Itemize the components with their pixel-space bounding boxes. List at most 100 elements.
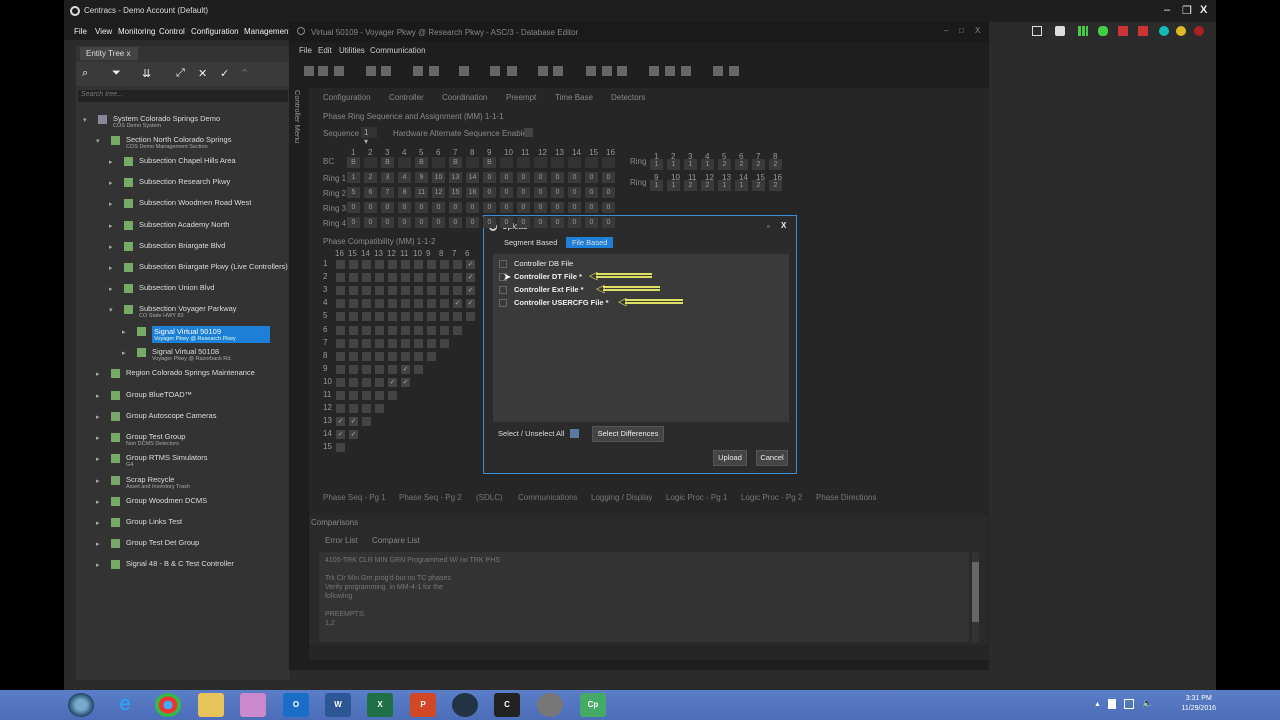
editor-menu-utilities[interactable]: Utilities [339,46,365,55]
ring-cell[interactable]: 0 [551,217,564,228]
compat-checkbox[interactable] [414,325,423,335]
ring-cell[interactable]: 0 [483,202,496,213]
tree-expand-arrow-icon[interactable]: ▾ [96,137,100,145]
compat-checkbox[interactable]: ✓ [336,430,345,440]
word-icon[interactable]: W [325,693,351,717]
ring-cell[interactable]: 0 [500,172,513,183]
settings-gear-icon[interactable] [537,693,563,717]
compat-checkbox[interactable] [336,312,345,322]
compat-checkbox[interactable] [427,351,436,361]
compat-checkbox[interactable] [388,286,397,296]
ring-cell[interactable]: 0 [500,187,513,198]
compat-checkbox[interactable]: ✓ [466,299,475,309]
ring-cell[interactable]: 0 [483,217,496,228]
ring-cell[interactable]: 14 [466,172,479,183]
centracs-taskbar-icon[interactable]: C [494,693,520,717]
entity-tree-tab[interactable]: Entity Tree x [80,47,138,60]
compat-checkbox[interactable] [388,338,397,348]
tree-item[interactable]: Group Test Group Non DCMS Detectors [126,432,185,447]
ring-cell[interactable]: 2 [364,172,377,183]
compat-checkbox[interactable] [362,286,371,296]
tree-item[interactable]: Subsection Research Pkwy [139,177,230,186]
tab-detectors[interactable]: Detectors [611,93,645,102]
tree-item[interactable]: Signal 48 - B & C Test Controller [126,559,234,568]
compat-checkbox[interactable] [349,299,358,309]
compat-checkbox[interactable] [375,377,384,387]
compat-checkbox[interactable] [440,286,449,296]
compat-checkbox[interactable] [349,391,358,400]
compat-checkbox[interactable] [336,260,345,269]
excel-icon[interactable]: X [367,693,393,717]
tree-item[interactable]: Group Test Det Group [126,538,199,547]
compat-checkbox[interactable] [414,273,423,283]
compat-checkbox[interactable] [440,338,449,348]
tab-controller[interactable]: Controller [389,93,424,102]
ring-assign-cell[interactable]: 1 [667,159,680,170]
tree-expand-arrow-icon[interactable]: ▸ [96,498,100,506]
chrome-icon[interactable] [155,693,181,717]
tree-expand-arrow-icon[interactable]: ▸ [96,477,100,485]
zoom-icon[interactable]: ⌕ [82,67,88,80]
ring-cell[interactable]: 0 [568,217,581,228]
status-red-icon[interactable] [1194,26,1204,36]
ring-cell[interactable]: 0 [364,217,377,228]
ring-cell[interactable]: 0 [398,202,411,213]
upload-button[interactable]: Upload [713,450,747,466]
tab-preempt[interactable]: Preempt [506,93,536,102]
compat-checkbox[interactable] [336,325,345,335]
check-down-icon[interactable]: ✓ [220,67,229,80]
tree-item[interactable]: Subsection Briargate Pkwy (Live Controll… [139,262,288,271]
compat-checkbox[interactable] [440,312,449,322]
ring-cell[interactable]: 0 [568,202,581,213]
ring-cell[interactable]: 0 [483,187,496,198]
ring-cell[interactable]: 15 [449,187,462,198]
compat-checkbox[interactable] [349,377,358,387]
bc-cell[interactable] [398,157,411,168]
filter-icon[interactable]: ⏷ [112,67,121,80]
editor-minimize-icon[interactable]: – [944,26,948,35]
ring-assign-cell[interactable]: 1 [701,159,714,170]
compat-checkbox[interactable] [362,391,371,400]
cancel-button[interactable]: Cancel [756,450,788,466]
ring-cell[interactable]: 0 [602,217,615,228]
bc-cell[interactable] [585,157,598,168]
bc-cell[interactable] [602,157,615,168]
bc-cell[interactable]: B [483,157,496,168]
compat-checkbox[interactable] [401,325,410,335]
editor-maximize-icon[interactable]: □ [959,26,964,35]
alert-icon[interactable] [1138,26,1148,36]
compat-checkbox[interactable] [401,351,410,361]
compat-checkbox[interactable] [427,273,436,283]
bc-cell[interactable] [568,157,581,168]
tree-item[interactable]: Subsection Union Blvd [139,283,214,292]
tree-expand-arrow-icon[interactable]: ▸ [109,264,113,272]
compare-list-tab[interactable]: Compare List [372,536,420,545]
compat-checkbox[interactable] [427,338,436,348]
tray-battery-icon[interactable] [1108,699,1116,709]
ring-cell[interactable]: 0 [466,217,479,228]
compat-checkbox[interactable] [362,338,371,348]
ring-cell[interactable]: 0 [517,202,530,213]
bottom-tab[interactable]: Logging / Display [591,493,652,502]
tab-coordination[interactable]: Coordination [442,93,487,102]
compat-checkbox[interactable] [336,299,345,309]
tree-expand-arrow-icon[interactable]: ▸ [109,158,113,166]
up-icon[interactable]: ⌃ [240,67,249,80]
compat-checkbox[interactable] [453,260,462,269]
bc-cell[interactable] [364,157,377,168]
compat-checkbox[interactable] [336,391,345,400]
ring-cell[interactable]: 4 [398,172,411,183]
database-icon[interactable] [1098,26,1108,36]
ring-cell[interactable]: 7 [381,187,394,198]
compat-checkbox[interactable] [362,417,371,427]
bc-cell[interactable] [551,157,564,168]
compat-checkbox[interactable] [375,286,384,296]
ring-cell[interactable]: 10 [432,172,445,183]
compat-checkbox[interactable] [362,260,371,269]
start-button-icon[interactable] [68,693,94,717]
scrollbar-thumb[interactable] [972,562,979,622]
upload-close-icon[interactable]: X [781,221,786,230]
compat-checkbox[interactable] [349,338,358,348]
compat-checkbox[interactable] [401,312,410,322]
compat-checkbox[interactable] [427,325,436,335]
